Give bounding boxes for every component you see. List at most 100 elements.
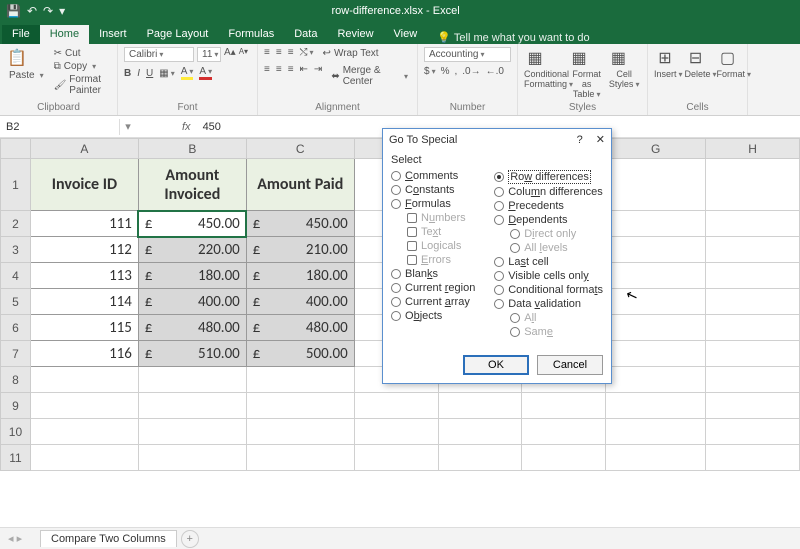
cell-a8[interactable]	[30, 367, 138, 393]
tabstrip-nav-icons[interactable]: ◂ ▸	[8, 532, 22, 545]
cell-b3[interactable]: £220.00	[138, 237, 246, 263]
row-header-7[interactable]: 7	[1, 341, 31, 367]
cell-b10[interactable]	[138, 419, 246, 445]
row-header-6[interactable]: 6	[1, 315, 31, 341]
cell-a9[interactable]	[30, 393, 138, 419]
cell-h7[interactable]	[706, 341, 800, 367]
orientation-icon[interactable]: ⤭	[300, 47, 314, 60]
tell-me-search[interactable]: 💡 Tell me what you want to do	[437, 31, 589, 44]
cell-c6[interactable]: £480.00	[246, 315, 354, 341]
opt-current-region[interactable]: Current region	[391, 281, 486, 295]
tab-page-layout[interactable]: Page Layout	[137, 25, 219, 44]
cell-b9[interactable]	[138, 393, 246, 419]
cell-g9[interactable]	[606, 393, 706, 419]
cell-g2[interactable]	[606, 211, 706, 237]
cell-g4[interactable]	[606, 263, 706, 289]
tab-formulas[interactable]: Formulas	[218, 25, 284, 44]
col-header-b[interactable]: B	[138, 139, 246, 159]
cell-b5[interactable]: £400.00	[138, 289, 246, 315]
name-box[interactable]: B2	[0, 119, 120, 135]
cell-f11[interactable]	[522, 445, 606, 471]
sheet-tab-active[interactable]: Compare Two Columns	[40, 530, 177, 547]
cell-h5[interactable]	[706, 289, 800, 315]
paste-button[interactable]: Paste	[6, 69, 47, 82]
cell-b4[interactable]: £180.00	[138, 263, 246, 289]
increase-decimal-icon[interactable]: .0→	[462, 66, 480, 77]
ok-button[interactable]: OK	[463, 355, 529, 375]
opt-precedents[interactable]: Precedents	[494, 199, 603, 213]
cell-h10[interactable]	[706, 419, 800, 445]
cell-a6[interactable]: 115	[30, 315, 138, 341]
tab-data[interactable]: Data	[284, 25, 327, 44]
cell-f10[interactable]	[522, 419, 606, 445]
fill-color-button[interactable]: A	[181, 66, 194, 80]
cell-g6[interactable]	[606, 315, 706, 341]
opt-dependents[interactable]: Dependents	[494, 213, 603, 227]
border-button[interactable]: ▦	[159, 68, 174, 79]
cell-g10[interactable]	[606, 419, 706, 445]
cell-e9[interactable]	[438, 393, 522, 419]
row-header-11[interactable]: 11	[1, 445, 31, 471]
cell-h8[interactable]	[706, 367, 800, 393]
cell-c8[interactable]	[246, 367, 354, 393]
cell-c4[interactable]: £180.00	[246, 263, 354, 289]
tab-home[interactable]: Home	[40, 25, 89, 44]
cell-h1[interactable]	[706, 159, 800, 211]
cell-a11[interactable]	[30, 445, 138, 471]
cell-d11[interactable]	[354, 445, 438, 471]
cell-c10[interactable]	[246, 419, 354, 445]
cell-d9[interactable]	[354, 393, 438, 419]
opt-conditional-formats[interactable]: Conditional formats	[494, 283, 603, 297]
tab-view[interactable]: View	[384, 25, 428, 44]
cut-button[interactable]: ✂Cut	[51, 47, 84, 60]
col-header-a[interactable]: A	[30, 139, 138, 159]
tab-insert[interactable]: Insert	[89, 25, 137, 44]
row-header-5[interactable]: 5	[1, 289, 31, 315]
cell-h11[interactable]	[706, 445, 800, 471]
cell-c1[interactable]: Amount Paid	[246, 159, 354, 211]
number-format-select[interactable]: Accounting	[424, 47, 511, 62]
cell-c11[interactable]	[246, 445, 354, 471]
col-header-g[interactable]: G	[606, 139, 706, 159]
align-bottom-icon[interactable]: ≡	[288, 47, 294, 60]
tab-review[interactable]: Review	[327, 25, 383, 44]
align-left-icon[interactable]: ≡	[264, 64, 270, 88]
insert-cells-button[interactable]: ⊞Insert	[654, 47, 683, 79]
cell-a3[interactable]: 112	[30, 237, 138, 263]
accounting-format-icon[interactable]: $	[424, 66, 436, 77]
row-header-1[interactable]: 1	[1, 159, 31, 211]
row-header-9[interactable]: 9	[1, 393, 31, 419]
opt-data-validation[interactable]: Data validation	[494, 297, 603, 311]
format-painter-button[interactable]: 🖌Format Painter	[51, 73, 111, 97]
cell-g7[interactable]	[606, 341, 706, 367]
cell-g5[interactable]	[606, 289, 706, 315]
row-header-3[interactable]: 3	[1, 237, 31, 263]
cell-h9[interactable]	[706, 393, 800, 419]
decrease-decimal-icon[interactable]: ←.0	[486, 66, 504, 77]
increase-font-icon[interactable]: A▴	[224, 47, 236, 62]
cell-a7[interactable]: 116	[30, 341, 138, 367]
cell-b2[interactable]: £450.00	[138, 211, 246, 237]
opt-formulas[interactable]: Formulas	[391, 197, 486, 211]
cell-g1[interactable]	[606, 159, 706, 211]
cell-h6[interactable]	[706, 315, 800, 341]
row-header-8[interactable]: 8	[1, 367, 31, 393]
cell-b8[interactable]	[138, 367, 246, 393]
cell-a1[interactable]: Invoice ID	[30, 159, 138, 211]
cell-g11[interactable]	[606, 445, 706, 471]
fx-icon[interactable]: fx	[176, 121, 197, 133]
cell-h4[interactable]	[706, 263, 800, 289]
cell-b7[interactable]: £510.00	[138, 341, 246, 367]
undo-icon[interactable]: ↶	[27, 4, 37, 18]
dialog-help-icon[interactable]: ?	[577, 134, 583, 146]
italic-button[interactable]: I	[137, 68, 140, 79]
qat-customize-icon[interactable]: ▾	[59, 4, 65, 18]
cell-h3[interactable]	[706, 237, 800, 263]
cell-e10[interactable]	[438, 419, 522, 445]
format-as-table-button[interactable]: ▦Format as Table	[568, 47, 605, 99]
save-icon[interactable]: 💾	[6, 4, 21, 18]
opt-comments[interactable]: CCommentsomments	[391, 169, 486, 183]
cell-a10[interactable]	[30, 419, 138, 445]
row-header-10[interactable]: 10	[1, 419, 31, 445]
redo-icon[interactable]: ↷	[43, 4, 53, 18]
